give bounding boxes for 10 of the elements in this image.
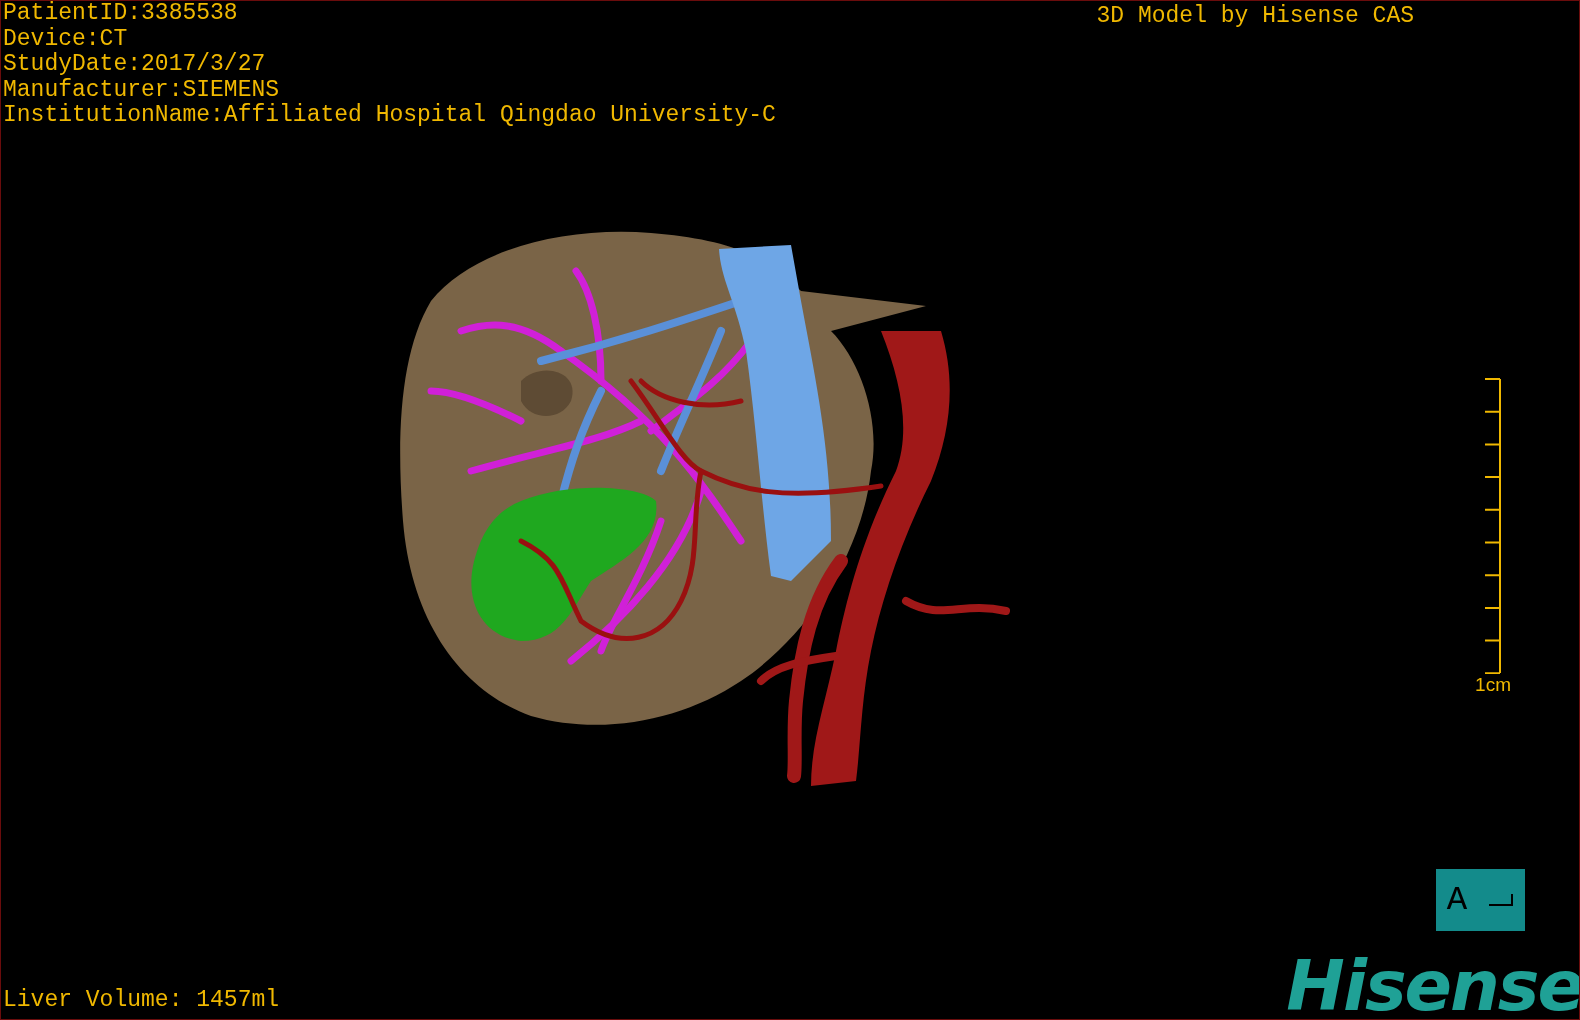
info-line: InstitutionName:Affiliated Hospital Qingdao University-C xyxy=(3,103,776,129)
corner-icon xyxy=(1488,893,1515,907)
info-line: Manufacturer:SIEMENS xyxy=(3,77,281,103)
orientation-cube[interactable]: A xyxy=(1436,869,1525,931)
info-line: PatientID:3385538 xyxy=(3,1,239,27)
viewer-title: 3D Model by Hisense CAS xyxy=(1096,2,1414,31)
liver-volume-label: Liver Volume: 1457ml xyxy=(3,987,280,1013)
info-line: Device:CT xyxy=(3,26,129,52)
scale-label: 1cm xyxy=(1475,673,1511,696)
info-line: StudyDate:2017/3/27 xyxy=(3,52,267,78)
